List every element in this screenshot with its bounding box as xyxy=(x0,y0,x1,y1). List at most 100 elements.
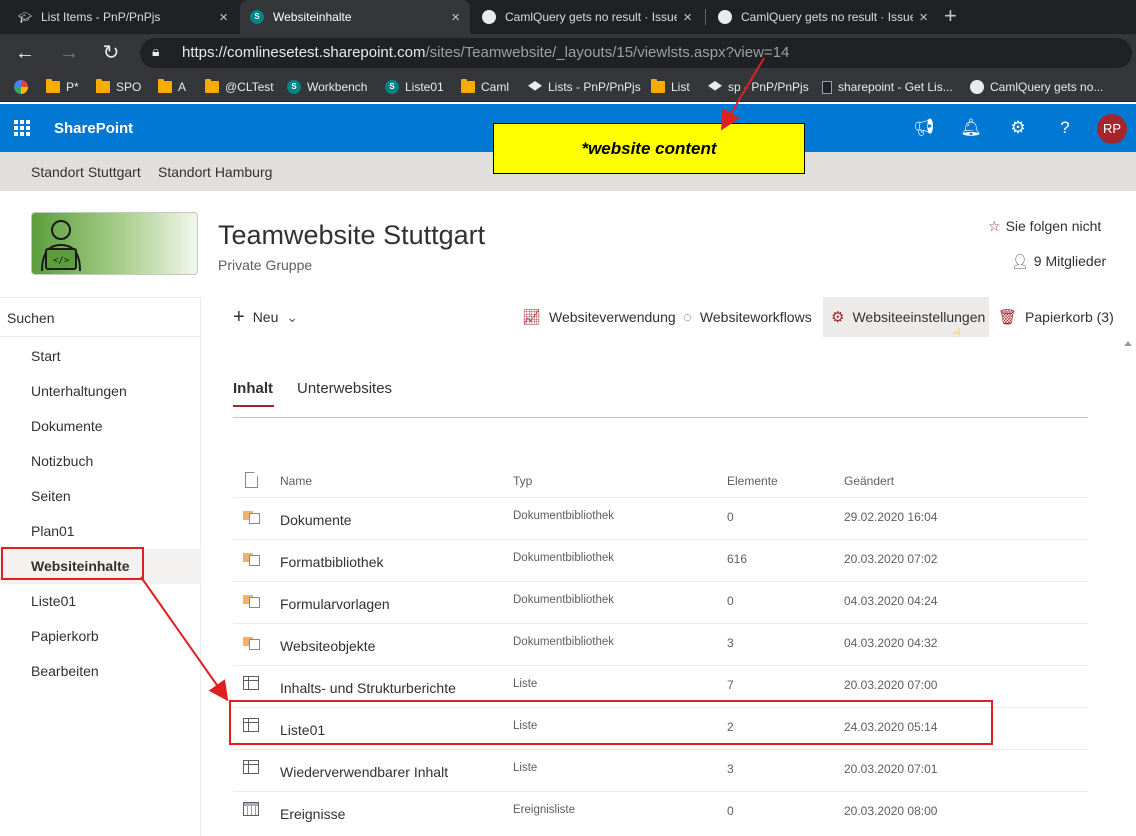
bookmark-liste01[interactable]: S Liste01 xyxy=(385,78,444,96)
row-item-count: 0 xyxy=(727,510,734,524)
row-name[interactable]: Inhalts- und Strukturberichte xyxy=(280,680,456,696)
row-item-count: 3 xyxy=(727,762,734,776)
row-name[interactable]: Dokumente xyxy=(280,512,352,528)
bookmark-spo[interactable]: SPO xyxy=(96,78,141,96)
bookmark-p[interactable]: P* xyxy=(46,78,79,96)
table-row[interactable]: Ereignisse Ereignisliste 0 20.03.2020 08… xyxy=(233,791,1088,833)
bookmark-caml[interactable]: Caml xyxy=(461,78,509,96)
hub-link-stuttgart[interactable]: Standort Stuttgart xyxy=(31,164,141,180)
tab-inhalt[interactable]: Inhalt xyxy=(233,380,273,397)
graduation-cap-icon: 🎓︎ xyxy=(18,11,32,24)
table-row[interactable]: Formularvorlagen Dokumentbibliothek 0 04… xyxy=(233,581,1088,623)
scroll-up-arrow-icon[interactable] xyxy=(1124,341,1132,346)
bookmark-lists-pnp[interactable]: Lists - PnP/PnPjs xyxy=(528,78,641,96)
tab-unterwebsites[interactable]: Unterwebsites xyxy=(297,380,392,397)
table-row[interactable]: Formatbibliothek Dokumentbibliothek 616 … xyxy=(233,539,1088,581)
nav-item-liste01[interactable]: Liste01 xyxy=(0,584,201,619)
bookmark-workbench[interactable]: S Workbench xyxy=(287,78,367,96)
nav-item-plan01[interactable]: Plan01 xyxy=(0,514,201,549)
column-header-modified[interactable]: Geändert xyxy=(844,474,894,488)
close-tab-icon[interactable]: × xyxy=(451,9,460,26)
forward-arrow-icon[interactable]: → xyxy=(56,40,82,66)
google-icon xyxy=(14,80,28,94)
recycle-bin-label: Papierkorb (3) xyxy=(1025,309,1114,325)
recycle-bin-button[interactable]: 🗑︎ Papierkorb (3) xyxy=(998,297,1114,337)
browser-tab-title: CamlQuery gets no result · Issue xyxy=(505,10,678,24)
nav-item-start[interactable]: Start xyxy=(0,339,201,374)
close-tab-icon[interactable]: × xyxy=(919,9,928,26)
members-button[interactable]: 👤︎ 9 Mitglieder xyxy=(1011,253,1106,270)
megaphone-icon[interactable]: 📢︎ xyxy=(913,118,935,138)
hub-link-hamburg[interactable]: Standort Hamburg xyxy=(158,164,272,180)
follow-button[interactable]: ☆ Sie folgen nicht xyxy=(988,218,1101,235)
library-icon xyxy=(243,508,260,524)
library-icon xyxy=(243,592,260,608)
nav-item-unterhaltungen[interactable]: Unterhaltungen xyxy=(0,374,201,409)
developer-person-icon: </> xyxy=(41,220,81,272)
url-path: /sites/Teamwebsite/_layouts/15/viewlsts.… xyxy=(425,44,790,61)
close-tab-icon[interactable]: × xyxy=(683,9,692,26)
row-modified: 04.03.2020 04:24 xyxy=(844,594,938,608)
browser-tab[interactable]: 🎓︎ List Items - PnP/PnPjs × xyxy=(8,0,238,34)
bell-icon[interactable]: 🔔︎ xyxy=(960,118,982,138)
browser-tab-active[interactable]: S Websiteinhalte × xyxy=(240,0,470,34)
folder-icon xyxy=(205,79,219,93)
bookmark-camlquery[interactable]: CamlQuery gets no... xyxy=(970,78,1103,96)
app-launcher-icon[interactable] xyxy=(14,120,30,136)
table-row[interactable]: Wiederverwendbarer Inhalt Liste 3 20.03.… xyxy=(233,749,1088,791)
bookmark-a[interactable]: A xyxy=(158,78,186,96)
annotation-highlight-row xyxy=(229,700,993,745)
calendar-icon xyxy=(243,802,259,816)
document-type-icon xyxy=(245,472,258,488)
site-settings-button[interactable]: ⚙ Websiteeinstellungen xyxy=(823,297,989,337)
bookmark-sharepoint-get-lis[interactable]: sharepoint - Get Lis... xyxy=(822,78,953,96)
gear-icon[interactable]: ⚙ xyxy=(1007,118,1029,138)
row-type: Dokumentbibliothek xyxy=(513,594,615,606)
nav-item-notizbuch[interactable]: Notizbuch xyxy=(0,444,201,479)
person-icon: 👤︎ xyxy=(1011,253,1029,269)
row-modified: 20.03.2020 07:00 xyxy=(844,678,938,692)
row-name[interactable]: Ereignisse xyxy=(280,806,345,822)
nav-item-papierkorb[interactable]: Papierkorb xyxy=(0,619,201,654)
row-name[interactable]: Websiteobjekte xyxy=(280,638,375,654)
close-tab-icon[interactable]: × xyxy=(219,9,228,26)
bookmark-cltest[interactable]: @CLTest xyxy=(205,78,274,96)
table-row[interactable]: Dokumente Dokumentbibliothek 0 29.02.202… xyxy=(233,497,1088,539)
search-input[interactable]: Suchen xyxy=(0,297,201,337)
table-row[interactable]: Websiteobjekte Dokumentbibliothek 3 04.0… xyxy=(233,623,1088,665)
bookmark-sp-pnp[interactable]: sp - PnP/PnPjs xyxy=(708,78,809,96)
reload-icon[interactable]: ↻ xyxy=(98,40,124,66)
nav-item-seiten[interactable]: Seiten xyxy=(0,479,201,514)
site-logo[interactable]: </> xyxy=(31,212,198,275)
new-button[interactable]: + Neu ⌄ xyxy=(233,297,298,337)
site-workflows-button[interactable]: ◌ Websiteworkflows xyxy=(683,297,812,337)
column-header-type[interactable]: Typ xyxy=(513,474,532,488)
row-name[interactable]: Formatbibliothek xyxy=(280,554,384,570)
folder-icon xyxy=(651,79,665,93)
column-header-items[interactable]: Elemente xyxy=(727,474,778,488)
row-type: Dokumentbibliothek xyxy=(513,636,615,648)
back-arrow-icon[interactable]: ← xyxy=(12,40,38,66)
nav-item-bearbeiten[interactable]: Bearbeiten xyxy=(0,654,201,689)
site-title[interactable]: Teamwebsite Stuttgart xyxy=(218,220,485,251)
nav-item-dokumente[interactable]: Dokumente xyxy=(0,409,201,444)
annotation-callout: *website content xyxy=(493,123,805,174)
new-tab-button[interactable]: + xyxy=(944,3,957,29)
bookmark-list[interactable]: List xyxy=(651,78,690,96)
browser-tab[interactable]: CamlQuery gets no result · Issue × xyxy=(708,0,938,34)
bookmark-label: @CLTest xyxy=(225,80,274,94)
url-field[interactable]: 🔒︎ https://comlinesetest.sharepoint.com/… xyxy=(140,38,1132,68)
sharepoint-brand[interactable]: SharePoint xyxy=(54,120,133,137)
folder-icon xyxy=(96,79,110,93)
row-name[interactable]: Wiederverwendbarer Inhalt xyxy=(280,764,448,780)
column-header-name[interactable]: Name xyxy=(280,474,312,488)
bookmark-google[interactable] xyxy=(14,78,34,96)
row-name[interactable]: Formularvorlagen xyxy=(280,596,390,612)
browser-tab[interactable]: CamlQuery gets no result · Issue × xyxy=(472,0,702,34)
site-usage-button[interactable]: 📈︎ Websiteverwendung xyxy=(522,297,676,337)
browser-tab-title: Websiteinhalte xyxy=(273,10,352,24)
sharepoint-icon: S xyxy=(287,80,301,94)
help-icon[interactable]: ? xyxy=(1054,118,1076,138)
row-type: Dokumentbibliothek xyxy=(513,510,615,522)
avatar[interactable]: RP xyxy=(1097,114,1127,144)
